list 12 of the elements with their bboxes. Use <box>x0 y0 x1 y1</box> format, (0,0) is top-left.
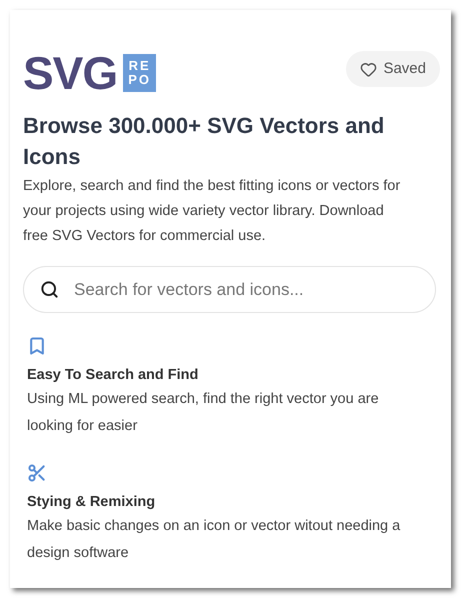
scissors-icon <box>27 463 47 483</box>
search-icon <box>40 280 59 299</box>
heart-icon <box>360 60 378 78</box>
search-field[interactable]: Search for vectors and icons... <box>23 266 436 313</box>
feature-title: Easy To Search and Find <box>27 366 200 385</box>
feature-description: Make basic changes on an icon or vector witout needing a design software <box>27 517 402 563</box>
feature-description: Using ML powered search, find the right vector you are looking for easier <box>27 390 380 436</box>
page-heading: Browse 300.000+ SVG Vectors and Icons <box>23 112 386 171</box>
page-description: Explore, search and find the best fitting icons or vectors for your projects using wide variety vector library. Download free SVG Vectors for commercial use. <box>23 177 402 246</box>
saved-button[interactable]: Saved <box>346 51 440 87</box>
bookmark-icon <box>27 336 47 356</box>
feature-title: Stying & Remixing <box>27 493 156 512</box>
